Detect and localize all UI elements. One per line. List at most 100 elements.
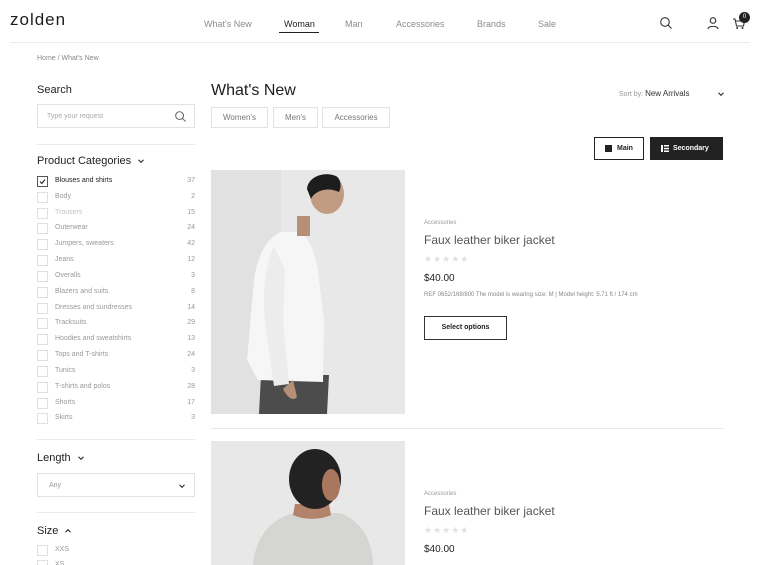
product-category[interactable]: Accessories xyxy=(424,220,456,226)
category-checkbox[interactable] xyxy=(37,192,48,203)
category-item[interactable]: Hoodies and sweatshirts 13 xyxy=(37,333,195,347)
categories-heading[interactable]: Product Categories xyxy=(37,155,145,167)
nav-whats-new[interactable]: What's New xyxy=(204,19,252,29)
category-label: Blazers and suits xyxy=(55,288,109,295)
product-price: $40.00 xyxy=(424,273,455,284)
category-label: Tops and T-shirts xyxy=(55,351,109,358)
category-checkbox[interactable] xyxy=(37,303,48,314)
nav-sale[interactable]: Sale xyxy=(538,19,556,29)
category-item[interactable]: Overalls 3 xyxy=(37,270,195,284)
square-icon xyxy=(605,145,612,152)
category-checkbox[interactable] xyxy=(37,239,48,250)
search-field[interactable] xyxy=(37,104,195,128)
category-checkbox[interactable] xyxy=(37,208,48,219)
category-count: 13 xyxy=(187,335,195,342)
length-heading[interactable]: Length xyxy=(37,452,85,464)
length-title: Length xyxy=(37,452,71,464)
category-label: Tunics xyxy=(55,367,76,374)
category-count: 24 xyxy=(187,224,195,231)
nav-brands[interactable]: Brands xyxy=(477,19,506,29)
nav-woman[interactable]: Woman xyxy=(284,19,315,29)
category-item[interactable]: Body 2 xyxy=(37,191,195,205)
category-item[interactable]: Tops and T-shirts 24 xyxy=(37,349,195,363)
category-label: Hoodies and sweatshirts xyxy=(55,335,132,342)
nav-accessories[interactable]: Accessories xyxy=(396,19,445,29)
product-photo xyxy=(211,441,405,565)
category-checkbox[interactable] xyxy=(37,255,48,266)
category-count: 37 xyxy=(187,177,195,184)
category-checkbox[interactable] xyxy=(37,382,48,393)
size-heading[interactable]: Size xyxy=(37,525,72,537)
logo[interactable]: zolden xyxy=(10,10,66,30)
search-icon[interactable] xyxy=(174,110,187,123)
category-label: Skirts xyxy=(55,414,73,421)
page-title: What's New xyxy=(211,82,296,99)
category-checkbox[interactable] xyxy=(37,271,48,282)
filter-chip-accessories[interactable]: Accessories xyxy=(322,107,390,128)
category-item[interactable]: Jeans 12 xyxy=(37,254,195,268)
category-item[interactable]: Shorts 17 xyxy=(37,397,195,411)
category-item[interactable]: Skirts 3 xyxy=(37,412,195,426)
category-item[interactable]: Blouses and shirts 37 xyxy=(37,175,195,189)
category-label: Jumpers, sweaters xyxy=(55,240,114,247)
category-label: Trousers xyxy=(55,209,83,216)
product-ref: REF 0652/168/800 The model is wearing si… xyxy=(424,292,638,298)
filter-chip-mens[interactable]: Men's xyxy=(273,107,318,128)
category-checkbox[interactable] xyxy=(37,413,48,424)
category-checkbox[interactable] xyxy=(37,176,48,187)
product-rating-stars: ★★★★★ xyxy=(424,254,470,264)
category-checkbox[interactable] xyxy=(37,223,48,234)
product-image[interactable] xyxy=(211,441,405,565)
category-item[interactable]: Blazers and suits 8 xyxy=(37,286,195,300)
search-heading: Search xyxy=(37,84,72,96)
sort-label: Sort by: xyxy=(619,91,644,98)
length-select[interactable]: Any xyxy=(37,473,195,497)
sidebar-divider xyxy=(37,512,195,513)
category-count: 29 xyxy=(187,319,195,326)
category-item[interactable]: Trousers 15 xyxy=(37,207,195,221)
category-count: 28 xyxy=(187,383,195,390)
filter-chip-womens[interactable]: Women's xyxy=(211,107,268,128)
product-price: $40.00 xyxy=(424,544,455,555)
category-item[interactable]: T-shirts and polos 28 xyxy=(37,381,195,395)
category-item[interactable]: Dresses and sundresses 14 xyxy=(37,302,195,316)
category-checkbox[interactable] xyxy=(37,350,48,361)
product-name[interactable]: Faux leather biker jacket xyxy=(424,233,555,247)
category-label: Tracksuits xyxy=(55,319,87,326)
category-label: Body xyxy=(55,193,71,200)
size-checkbox[interactable] xyxy=(37,545,48,556)
size-checkbox[interactable] xyxy=(37,560,48,565)
view-secondary-button[interactable]: Secondary xyxy=(650,137,723,160)
category-count: 14 xyxy=(187,304,195,311)
category-item[interactable]: Outerwear 24 xyxy=(37,222,195,236)
category-label: T-shirts and polos xyxy=(55,383,111,390)
search-icon[interactable] xyxy=(659,16,673,30)
select-options-button[interactable]: Select options xyxy=(424,316,507,340)
search-input[interactable] xyxy=(47,110,167,123)
product-rating-stars: ★★★★★ xyxy=(424,525,470,535)
sort-dropdown[interactable]: Sort by: New Arrivals xyxy=(619,89,690,98)
sidebar-divider xyxy=(37,439,195,440)
breadcrumb[interactable]: Home / What's New xyxy=(37,55,99,62)
size-option[interactable]: XXS xyxy=(37,544,195,558)
product-name[interactable]: Faux leather biker jacket xyxy=(424,504,555,518)
category-checkbox[interactable] xyxy=(37,334,48,345)
product-category[interactable]: Accessories xyxy=(424,491,456,497)
product-image[interactable] xyxy=(211,170,405,414)
category-count: 17 xyxy=(187,399,195,406)
category-checkbox[interactable] xyxy=(37,287,48,298)
nav-man[interactable]: Man xyxy=(345,19,363,29)
category-item[interactable]: Jumpers, sweaters 42 xyxy=(37,238,195,252)
category-checkbox[interactable] xyxy=(37,398,48,409)
category-label: Overalls xyxy=(55,272,81,279)
chevron-down-icon[interactable] xyxy=(717,90,725,98)
category-label: Outerwear xyxy=(55,224,88,231)
category-checkbox[interactable] xyxy=(37,318,48,329)
category-item[interactable]: Tunics 3 xyxy=(37,365,195,379)
size-option[interactable]: XS xyxy=(37,559,195,565)
view-main-button[interactable]: Main xyxy=(594,137,644,160)
account-icon[interactable] xyxy=(706,16,720,30)
category-item[interactable]: Tracksuits 29 xyxy=(37,317,195,331)
view-secondary-label: Secondary xyxy=(673,145,709,152)
category-checkbox[interactable] xyxy=(37,366,48,377)
